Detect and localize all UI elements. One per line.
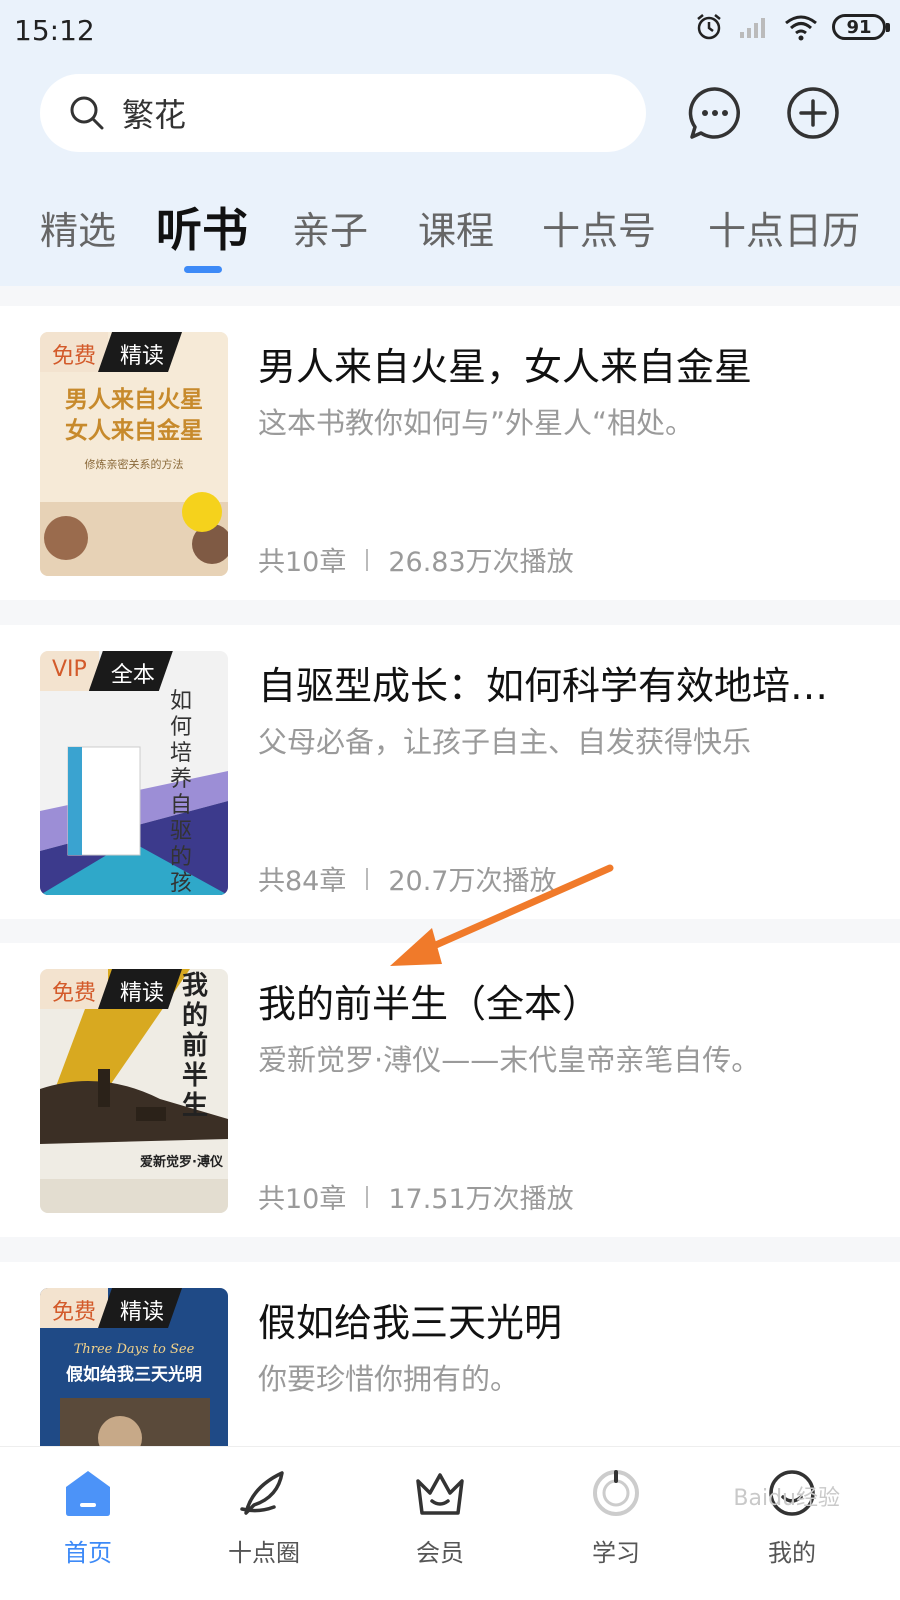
book-description: 这本书教你如何与”外星人“相处。 <box>258 406 695 440</box>
search-icon <box>70 96 104 130</box>
signal-icon <box>740 18 765 38</box>
nav-study[interactable]: 学习 <box>556 1463 676 1568</box>
alarm-icon <box>697 14 721 40</box>
book-cover: 如何培养自驱的孩子 VIP 全本 <box>40 651 228 895</box>
free-badge: 免费 <box>40 1288 109 1328</box>
nav-label: 首页 <box>64 1539 112 1567</box>
search-box[interactable]: 繁花 <box>40 74 646 152</box>
category-tabs: 精选 听书 亲子 课程 十点号 十点日历 <box>0 190 900 273</box>
crown-icon <box>416 1473 464 1515</box>
cover-title: 我的前半生 <box>182 971 209 1121</box>
cover-english-title: Three Days to See <box>73 1342 195 1357</box>
book-meta: 共10章 17.51万次播放 <box>258 1177 574 1216</box>
nav-label: 十点圈 <box>228 1539 300 1567</box>
play-count: 17.51万次播放 <box>388 1184 574 1215</box>
book-description: 爱新觉罗·溥仪——末代皇帝亲笔自传。 <box>258 1043 761 1077</box>
book-card[interactable]: 男人来自火星 女人来自金星 修炼亲密关系的方法 免费 精读 男人来自火星，女人来… <box>0 306 900 600</box>
nav-profile[interactable]: 我的 <box>732 1463 852 1568</box>
header-area: 15:12 91 繁花 精选 听书 亲子 课程 十点号 十点日历 <box>0 0 900 286</box>
free-badge: 免费 <box>40 332 109 372</box>
nav-label: 会员 <box>416 1539 464 1567</box>
free-badge: 免费 <box>40 969 109 1009</box>
status-icons: 91 <box>694 12 890 42</box>
book-cover: 我的前半生 爱新觉罗·溥仪 免费 精读 <box>40 969 228 1213</box>
book-title: 男人来自火星，女人来自金星 <box>258 345 753 389</box>
nav-membership[interactable]: 会员 <box>380 1463 500 1568</box>
play-count: 20.7万次播放 <box>388 866 557 897</box>
meta-divider <box>366 1185 369 1208</box>
book-card[interactable]: 如何培养自驱的孩子 VIP 全本 自驱型成长：如何科学有效地培… 父母必备，让孩… <box>0 625 900 919</box>
tab-audiobooks[interactable]: 听书 <box>156 194 248 260</box>
badges: 免费 精读 <box>40 332 182 372</box>
full-badge: 全本 <box>89 651 173 691</box>
chapter-count: 共84章 <box>258 866 347 897</box>
battery-indicator: 91 <box>832 14 890 40</box>
wifi-icon <box>785 15 817 41</box>
tab-calendar[interactable]: 十点日历 <box>708 200 860 255</box>
badges: 免费 精读 <box>40 1288 182 1328</box>
book-meta: 共10章 26.83万次播放 <box>258 540 574 579</box>
vip-badge: VIP <box>40 651 99 691</box>
bottom-navigation: 首页 十点圈 会员 学习 我的 <box>0 1446 900 1600</box>
nav-label: 我的 <box>768 1539 816 1567</box>
study-icon <box>593 1470 639 1516</box>
intensive-badge: 精读 <box>98 1288 182 1328</box>
add-button[interactable] <box>784 84 842 142</box>
book-description: 父母必备，让孩子自主、自发获得快乐 <box>258 725 752 759</box>
meta-divider <box>366 867 369 890</box>
plus-circle-icon <box>787 87 839 139</box>
cover-title: 男人来自火星 女人来自金星 <box>65 386 203 444</box>
tab-featured[interactable]: 精选 <box>40 200 116 255</box>
intensive-badge: 精读 <box>98 332 182 372</box>
feather-icon <box>240 1471 284 1515</box>
badges: 免费 精读 <box>40 969 182 1009</box>
book-title: 我的前半生（全本） <box>258 982 601 1026</box>
meta-divider <box>366 548 369 571</box>
search-text: 繁花 <box>122 96 187 134</box>
chapter-count: 共10章 <box>258 1184 347 1215</box>
nav-home[interactable]: 首页 <box>28 1463 148 1568</box>
chat-icon <box>688 87 740 139</box>
tab-parenting[interactable]: 亲子 <box>292 200 368 255</box>
active-tab-indicator <box>184 266 222 273</box>
play-count: 26.83万次播放 <box>388 547 574 578</box>
watermark: Baidu经验 <box>733 1486 840 1511</box>
book-description: 你要珍惜你拥有的。 <box>258 1362 520 1396</box>
status-time: 15:12 <box>14 14 95 47</box>
cover-author: 爱新觉罗·溥仪 <box>140 1155 223 1170</box>
home-icon <box>66 1471 110 1516</box>
book-card[interactable]: 我的前半生 爱新觉罗·溥仪 免费 精读 我的前半生（全本） 爱新觉罗·溥仪——末… <box>0 943 900 1237</box>
intensive-badge: 精读 <box>98 969 182 1009</box>
book-cover: 男人来自火星 女人来自金星 修炼亲密关系的方法 免费 精读 <box>40 332 228 576</box>
status-bar: 15:12 91 <box>0 0 900 62</box>
book-title: 假如给我三天光明 <box>258 1301 563 1345</box>
nav-label: 学习 <box>592 1539 640 1567</box>
tab-courses[interactable]: 课程 <box>418 200 494 255</box>
cover-subtitle: 修炼亲密关系的方法 <box>84 458 184 471</box>
book-meta: 共84章 20.7万次播放 <box>258 859 556 898</box>
tab-accounts[interactable]: 十点号 <box>542 200 656 255</box>
badges: VIP 全本 <box>40 651 173 691</box>
cover-title: 如何培养自驱的孩子 <box>170 689 193 895</box>
message-button[interactable] <box>686 84 744 142</box>
chapter-count: 共10章 <box>258 547 347 578</box>
cover-title: 假如给我三天光明 <box>66 1365 202 1385</box>
nav-circle[interactable]: 十点圈 <box>204 1463 324 1568</box>
book-title: 自驱型成长：如何科学有效地培… <box>258 664 829 708</box>
